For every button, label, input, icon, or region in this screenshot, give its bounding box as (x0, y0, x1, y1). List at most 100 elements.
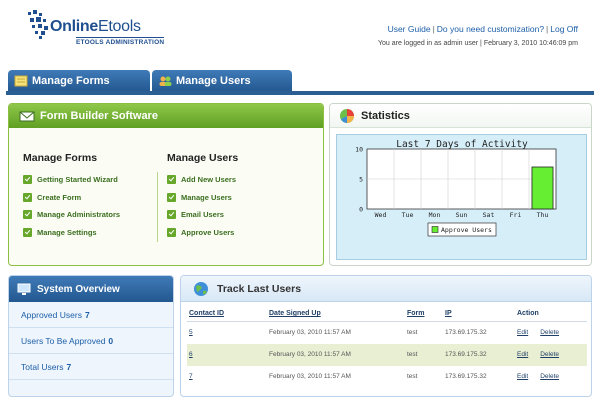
tab-manage-forms-label: Manage Forms (32, 75, 110, 87)
x-tick-label: Wed (375, 211, 387, 219)
statistics-header: Statistics (330, 104, 591, 128)
customization-link[interactable]: Do you need customization? (437, 24, 544, 34)
pie-chart-icon (340, 108, 354, 123)
track-last-users-header: Track Last Users (181, 276, 591, 302)
manage-users-link[interactable]: Manage Users (167, 189, 238, 207)
col-action: Action (515, 307, 587, 322)
col-form[interactable]: Form (405, 307, 443, 322)
x-tick-label: Sat (483, 211, 495, 219)
form-builder-title: Form Builder Software (40, 110, 158, 122)
users-icon (159, 76, 172, 86)
tab-manage-users-label: Manage Users (176, 75, 251, 87)
check-icon (167, 175, 176, 185)
log-off-link[interactable]: Log Off (550, 24, 578, 34)
date-signed-up: February 03, 2010 11:57 AM (267, 343, 405, 366)
y-tick-label: 0 (359, 206, 363, 214)
column-divider (157, 172, 158, 242)
x-tick-label: Tue (402, 211, 414, 219)
activity-chart: Last 7 Days of Activity 0 5 10 Wed Tue Mon Sun S… (336, 134, 587, 260)
globe-icon (194, 281, 208, 296)
date-signed-up: February 03, 2010 11:57 AM (269, 373, 351, 380)
ip-address: 173.69.175.32 (445, 373, 487, 380)
edit-link[interactable]: Edit (517, 373, 528, 380)
legend-label: Approve Users (441, 226, 492, 234)
col-ip[interactable]: IP (443, 307, 515, 322)
table-header-row: Contact ID Date Signed Up Form IP Action (187, 307, 587, 322)
statistics-panel: Statistics Last 7 Days of Activity 0 5 10 We… (329, 103, 592, 266)
x-tick-label: Fri (510, 211, 522, 219)
manage-users-heading: Manage Users (167, 152, 239, 164)
manage-administrators-link[interactable]: Manage Administrators (23, 206, 120, 224)
tab-bar-line (6, 91, 594, 95)
top-links: User Guide | Do you need customization? | Lo… (387, 24, 578, 34)
y-tick-label: 5 (359, 176, 363, 184)
form-name: test (407, 329, 418, 337)
form-builder-header: Form Builder Software (9, 104, 323, 128)
logo-subtitle: ETOOLS ADMINISTRATION (76, 37, 165, 46)
x-tick-label: Thu (537, 211, 549, 219)
system-overview-panel: System Overview Approved Users 7 Users To… (8, 275, 174, 397)
users-table: Contact ID Date Signed Up Form IP Action… (187, 307, 587, 388)
table-row: 7 February 03, 2010 11:57 AM test 173.69… (187, 366, 587, 388)
login-info: You are logged in as admin user | Februa… (377, 40, 578, 47)
form-icon (14, 75, 28, 87)
col-contact-id[interactable]: Contact ID (187, 307, 267, 322)
manage-forms-heading: Manage Forms (23, 152, 98, 164)
form-name: test (405, 343, 443, 366)
track-last-users-title: Track Last Users (217, 282, 302, 295)
check-icon (23, 210, 32, 220)
manage-settings-link[interactable]: Manage Settings (23, 224, 120, 242)
activity-chart-svg: Last 7 Days of Activity 0 5 10 Wed Tue Mon Sun S… (355, 139, 557, 237)
create-form-link[interactable]: Create Form (23, 189, 120, 207)
monitor-icon (17, 283, 31, 295)
getting-started-wizard-link[interactable]: Getting Started Wizard (23, 171, 120, 189)
date-signed-up: February 03, 2010 11:57 AM (269, 329, 351, 337)
y-tick-label: 10 (355, 146, 363, 154)
manage-users-column: Manage Users Add New Users Manage Users … (167, 152, 238, 241)
form-name: test (407, 373, 418, 380)
approve-users-link[interactable]: Approve Users (167, 224, 238, 242)
col-date-signed-up[interactable]: Date Signed Up (267, 307, 405, 322)
tab-manage-users[interactable]: Manage Users (152, 70, 292, 92)
logo-text-strong: Online (50, 18, 98, 35)
check-icon (167, 192, 176, 202)
track-last-users-panel: Track Last Users Contact ID Date Signed … (180, 275, 592, 397)
delete-link[interactable]: Delete (540, 329, 559, 336)
system-overview-header: System Overview (9, 276, 173, 302)
form-builder-panel: Form Builder Software Manage Forms Getti… (8, 103, 324, 266)
contact-id-link[interactable]: 5 (187, 322, 267, 344)
ip-address: 173.69.175.32 (445, 329, 487, 337)
edit-link[interactable]: Edit (517, 329, 528, 336)
add-new-users-link[interactable]: Add New Users (167, 171, 238, 189)
check-icon (23, 175, 32, 185)
user-guide-link[interactable]: User Guide (388, 24, 431, 34)
system-overview-title: System Overview (37, 283, 120, 295)
users-to-be-approved-row[interactable]: Users To Be Approved 0 (9, 328, 173, 354)
delete-link[interactable]: Delete (540, 373, 559, 380)
logo-dots-icon (28, 10, 48, 39)
legend-swatch (431, 226, 439, 233)
approved-users-row[interactable]: Approved Users 7 (9, 302, 173, 328)
statistics-title: Statistics (361, 109, 410, 122)
contact-id-link[interactable]: 7 (187, 366, 267, 388)
edit-link[interactable]: Edit (517, 351, 528, 358)
check-icon (167, 210, 176, 220)
tab-manage-forms[interactable]: Manage Forms (8, 70, 150, 92)
contact-id-link[interactable]: 6 (187, 343, 267, 366)
total-users-row[interactable]: Total Users 7 (9, 354, 173, 380)
table-row: 6 February 03, 2010 11:57 AM test 173.69… (187, 343, 587, 366)
check-icon (23, 227, 32, 237)
email-users-link[interactable]: Email Users (167, 206, 238, 224)
envelope-icon (19, 111, 35, 122)
check-icon (23, 192, 32, 202)
chart-title: Last 7 Days of Activity (396, 139, 528, 150)
table-row: 5 February 03, 2010 11:57 AM test 173.69… (187, 322, 587, 344)
x-tick-label: Mon (429, 211, 441, 219)
bar (531, 166, 554, 210)
delete-link[interactable]: Delete (540, 351, 559, 358)
ip-address: 173.69.175.32 (443, 343, 515, 366)
x-tick-label: Sun (456, 211, 468, 219)
logo: OnlineEtools ETOOLS ADMINISTRATION (26, 8, 166, 48)
manage-forms-column: Manage Forms Getting Started Wizard Crea… (23, 152, 120, 241)
logo-text-rest: Etools (97, 18, 141, 35)
